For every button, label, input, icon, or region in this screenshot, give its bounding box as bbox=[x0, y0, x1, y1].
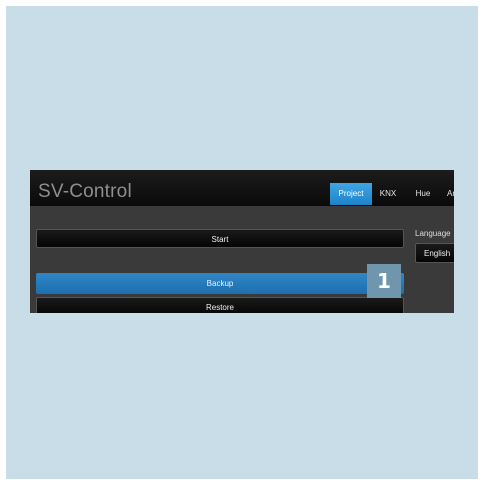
start-button[interactable]: Start bbox=[36, 229, 404, 248]
backup-button[interactable]: Backup bbox=[36, 273, 404, 294]
callout-number-badge: 1 bbox=[367, 264, 401, 298]
app-title: SV-Control bbox=[38, 181, 132, 202]
restore-button[interactable]: Restore bbox=[36, 297, 404, 313]
tab-hue[interactable]: Hue bbox=[412, 183, 434, 205]
tab-project[interactable]: Project bbox=[330, 183, 372, 205]
tab-knx[interactable]: KNX bbox=[376, 183, 400, 205]
header-bar: SV-Control Project KNX Hue Ar bbox=[30, 170, 454, 206]
language-select[interactable]: English bbox=[415, 243, 454, 263]
language-label: Language bbox=[415, 229, 451, 238]
tab-ar[interactable]: Ar bbox=[444, 183, 454, 205]
